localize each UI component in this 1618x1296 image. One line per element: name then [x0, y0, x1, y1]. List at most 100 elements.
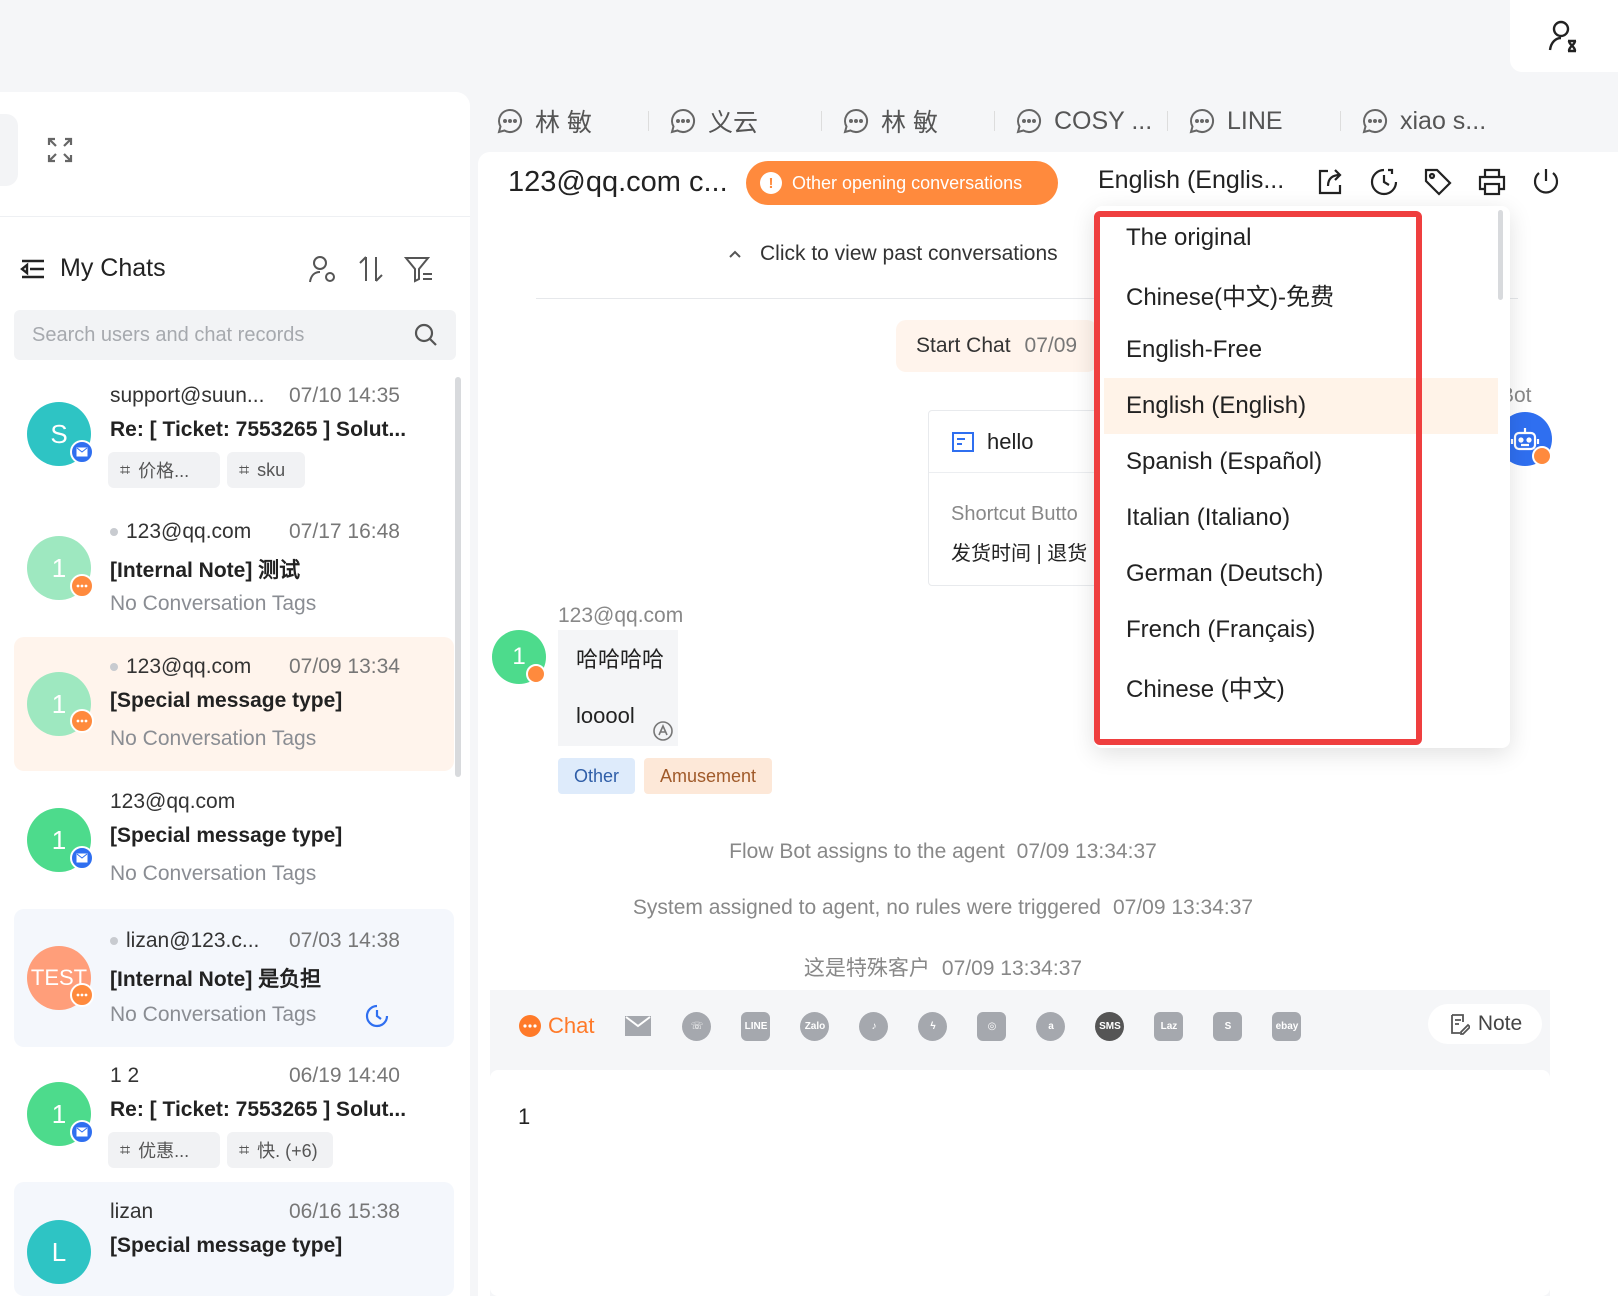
list-item[interactable]: 1 123@qq.com [Special message type] No C…: [14, 776, 454, 906]
search-icon[interactable]: [414, 323, 438, 347]
chat-icon: [70, 574, 94, 598]
zalo-icon[interactable]: Zalo: [800, 1011, 830, 1041]
mail-icon: [70, 440, 94, 464]
dropdown-item[interactable]: Italian (Italiano): [1104, 490, 1498, 546]
shopee-icon[interactable]: S: [1213, 1011, 1243, 1041]
whatsapp-icon[interactable]: ☏: [682, 1011, 712, 1041]
language-select[interactable]: English (Englis...: [1098, 166, 1284, 195]
tab-conversation[interactable]: 林 敏: [843, 96, 938, 146]
chat-icon: [518, 1014, 542, 1038]
other-conversations-alert[interactable]: ! Other opening conversations: [746, 161, 1058, 205]
list-item[interactable]: 1 123@qq.com 07/17 16:48 [Internal Note]…: [14, 504, 454, 634]
chat-bubble-icon: [497, 108, 523, 134]
dropdown-item[interactable]: Spanish (Español): [1104, 434, 1498, 490]
avatar: L: [27, 1220, 91, 1284]
list-item[interactable]: TEST lizan@123.c... 07/03 14:38 [Interna…: [14, 909, 454, 1047]
sidebar-scrollbar[interactable]: [455, 377, 461, 777]
offline-dot: [110, 663, 118, 671]
tab-separator: [648, 111, 649, 131]
tab-conversation[interactable]: COSY ...: [1016, 96, 1152, 146]
my-chats-header[interactable]: My Chats: [20, 254, 166, 283]
search-box[interactable]: [14, 310, 456, 360]
sidebar-edge-tab[interactable]: [0, 114, 18, 186]
conversation-title: 123@qq.com c...: [508, 166, 728, 198]
user-settings-icon[interactable]: [308, 254, 338, 284]
my-chats-title: My Chats: [60, 254, 166, 282]
line-icon[interactable]: LINE: [741, 1011, 771, 1041]
ebay-icon[interactable]: ebay: [1272, 1011, 1302, 1041]
share-icon[interactable]: [1314, 166, 1346, 198]
conv-subject: [Special message type]: [110, 689, 343, 712]
conversation-tag: ⌗ 快. (+6): [227, 1132, 333, 1168]
dropdown-item-selected[interactable]: English (English): [1104, 378, 1498, 434]
tab-conversation[interactable]: 义云: [670, 96, 758, 146]
dropdown-item[interactable]: Chinese(中文)-免费: [1104, 266, 1498, 322]
message-card-icon: [951, 430, 975, 454]
past-conversations-link[interactable]: Click to view past conversations: [728, 242, 1058, 266]
chat-bubble-icon: [1016, 108, 1042, 134]
tab-separator: [994, 111, 995, 131]
conversation-tag: ⌗ 优惠...: [108, 1132, 220, 1168]
search-input[interactable]: [32, 323, 392, 347]
dropdown-item[interactable]: German (Deutsch): [1104, 546, 1498, 602]
list-item[interactable]: 1 1 2 06/19 14:40 Re: [ Ticket: 7553265 …: [14, 1050, 454, 1180]
conv-time: 07/17 16:48: [289, 520, 400, 543]
agent-status-button[interactable]: [1510, 0, 1618, 72]
card-text: Shortcut Butto: [951, 503, 1078, 525]
sidebar-tools: [308, 254, 434, 284]
message-input[interactable]: 1: [490, 1070, 1550, 1296]
email-icon[interactable]: [624, 1015, 652, 1037]
message-bubble: 哈哈哈哈: [558, 630, 678, 686]
note-button[interactable]: Note: [1428, 1004, 1542, 1044]
conv-tagline: No Conversation Tags: [110, 727, 317, 750]
conv-name: lizan: [110, 1200, 154, 1223]
conv-tagline: No Conversation Tags: [110, 862, 317, 885]
dropdown-scrollbar[interactable]: [1498, 210, 1503, 300]
amazon-icon[interactable]: a: [1036, 1011, 1066, 1041]
chat-bubble-icon: [670, 108, 696, 134]
tab-conversation[interactable]: 林 敏: [497, 96, 592, 146]
note-icon: [1448, 1013, 1470, 1035]
collapse-list-icon[interactable]: [20, 258, 46, 280]
tag-icon[interactable]: [1422, 166, 1454, 198]
conv-time: 07/03 14:38: [289, 929, 400, 952]
dropdown-item[interactable]: English-Free: [1104, 322, 1498, 378]
list-item[interactable]: S support@suun... 07/10 14:35 Re: [ Tick…: [14, 370, 454, 500]
tag-icon: ⌗: [120, 459, 131, 480]
filter-icon[interactable]: [404, 254, 434, 284]
tab-conversation[interactable]: LINE: [1189, 96, 1283, 146]
instagram-icon[interactable]: ◎: [977, 1011, 1007, 1041]
sender-name: 123@qq.com: [558, 604, 684, 627]
card-shortcuts[interactable]: 发货时间 | 退货: [951, 537, 1087, 566]
dropdown-item[interactable]: The original: [1104, 210, 1498, 266]
conversation-tag: ⌗ 价格...: [108, 452, 220, 488]
start-chat-event: Start Chat 07/09: [896, 320, 1098, 372]
chat-channel-button[interactable]: Chat: [518, 1013, 594, 1039]
conv-subject: Re: [ Ticket: 7553265 ] Solut...: [110, 418, 407, 441]
sidebar-divider: [0, 216, 470, 217]
sms-icon[interactable]: SMS: [1095, 1011, 1125, 1041]
conv-name: lizan@123.c...: [110, 929, 259, 953]
tab-conversation[interactable]: xiao s...: [1362, 96, 1486, 146]
dropdown-item[interactable]: French (Français): [1104, 602, 1498, 658]
history-icon[interactable]: [1368, 166, 1400, 198]
system-message: Flow Bot assigns to the agent 07/09 13:34…: [729, 840, 1157, 863]
tab-separator: [1167, 111, 1168, 131]
print-icon[interactable]: [1476, 166, 1508, 198]
list-item[interactable]: L lizan 06/16 15:38 [Special message typ…: [14, 1182, 454, 1296]
dropdown-item[interactable]: Chinese (中文): [1104, 658, 1498, 714]
translate-icon[interactable]: [652, 720, 674, 742]
message-tag: Amusement: [644, 758, 773, 794]
power-icon[interactable]: [1530, 166, 1562, 198]
conv-name: support@suun...: [110, 384, 265, 407]
system-message: 这是特殊客户 07/09 13:34:37: [803, 957, 1083, 980]
list-item[interactable]: 1 123@qq.com 07/09 13:34 [Special messag…: [14, 637, 454, 771]
sort-icon[interactable]: [356, 254, 386, 284]
messenger-icon[interactable]: ϟ: [918, 1011, 948, 1041]
conversation-tabs: 林 敏 义云 林 敏 COSY ... LINE xiao s...: [475, 96, 1575, 146]
tiktok-icon[interactable]: ♪: [859, 1011, 889, 1041]
user-clock-icon: [1547, 19, 1581, 53]
chat-bubble-icon: [843, 108, 869, 134]
lazada-icon[interactable]: Laz: [1154, 1011, 1184, 1041]
expand-icon[interactable]: [46, 136, 74, 164]
